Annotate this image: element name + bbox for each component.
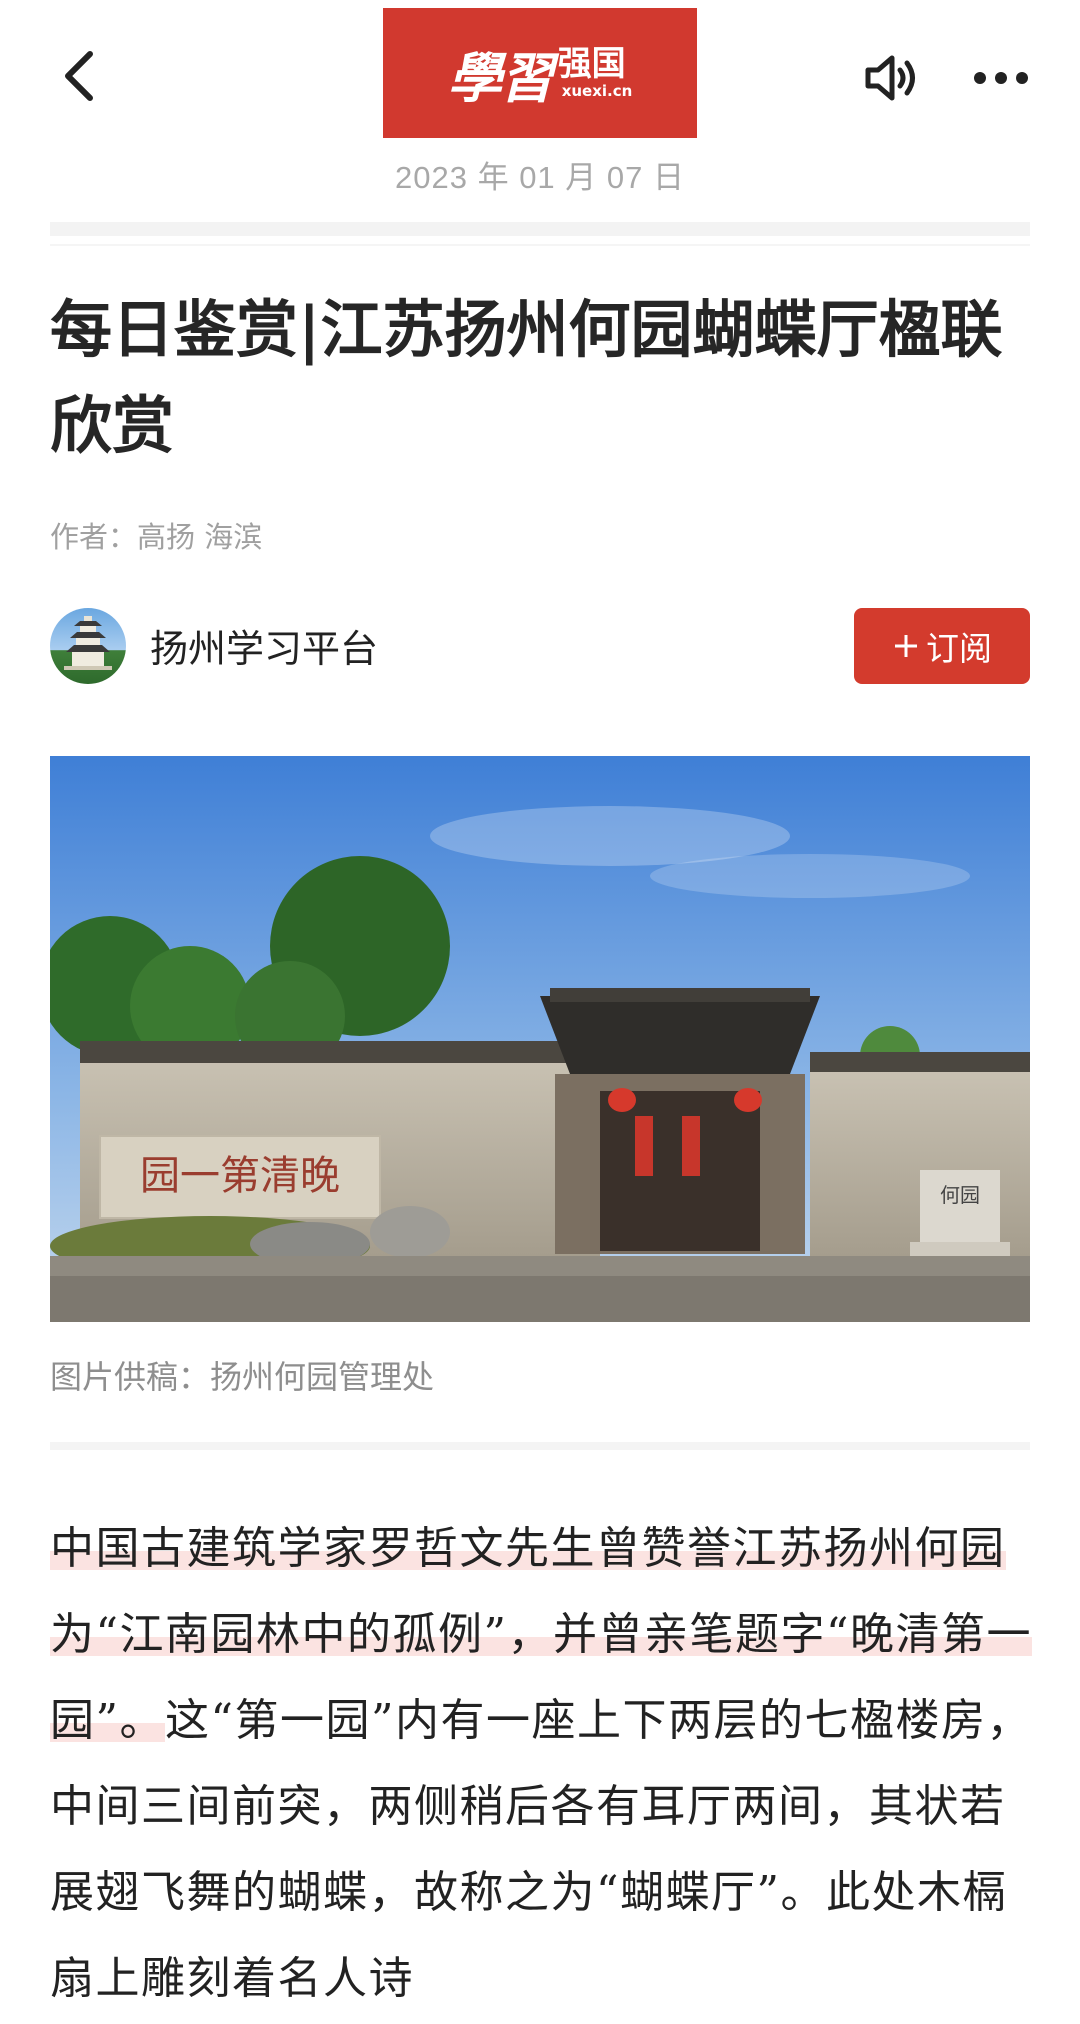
- source-avatar[interactable]: [50, 608, 126, 684]
- article-author: 作者：高扬 海滨: [50, 520, 263, 554]
- divider: [50, 1442, 1030, 1450]
- source-row: 扬州学习平台 订阅: [50, 604, 1030, 690]
- stone-label: 何园: [940, 1183, 980, 1207]
- read-aloud-button[interactable]: [860, 46, 924, 110]
- subscribe-label: 订阅: [926, 629, 992, 668]
- logo-script: 學習: [447, 45, 554, 110]
- body-paragraph: 这“第一园”内有一座上下两层的七楹楼房，中间三间前突，两侧稍后各有耳厅两间，其状…: [50, 1695, 1032, 2004]
- chevron-left-icon: [65, 51, 93, 101]
- article-title: 每日鉴赏|江苏扬州何园蝴蝶厅楹联欣赏: [50, 293, 1003, 462]
- image-caption: 图片供稿：扬州何园管理处: [50, 1358, 435, 1396]
- wall-inscription: 园一第清晚: [140, 1153, 340, 1199]
- divider: [50, 244, 1030, 246]
- article-page: 學習 强国 xuexi.cn 2023 年 01 月 07 日 每日鉴赏|江苏扬…: [0, 0, 1080, 2024]
- logo-domain: xuexi.cn: [561, 82, 633, 100]
- more-dots-icon: [974, 72, 1028, 84]
- speaker-icon: [865, 55, 915, 101]
- pagoda-icon: [64, 616, 112, 670]
- source-name[interactable]: 扬州学习平台: [150, 618, 378, 673]
- divider: [50, 222, 1030, 236]
- plus-icon: [895, 635, 917, 657]
- publish-date: 2023 年 01 月 07 日: [395, 160, 685, 195]
- xuexi-logo: 學習 强国 xuexi.cn: [383, 8, 697, 138]
- subscribe-button[interactable]: 订阅: [854, 608, 1030, 684]
- back-button[interactable]: [52, 48, 108, 104]
- top-bar: 學習 强国 xuexi.cn: [0, 0, 1080, 150]
- more-button[interactable]: [970, 52, 1032, 104]
- article-body: 中国古建筑学家罗哲文先生曾赞誉江苏扬州何园为“江南园林中的孤例”，并曾亲笔题字“…: [50, 1506, 1040, 2022]
- article-photo: 园一第清晚 何园: [50, 756, 1030, 1322]
- garden-gate-illustration: 园一第清晚 何园: [50, 756, 1030, 1322]
- logo-name: 强国: [557, 44, 626, 84]
